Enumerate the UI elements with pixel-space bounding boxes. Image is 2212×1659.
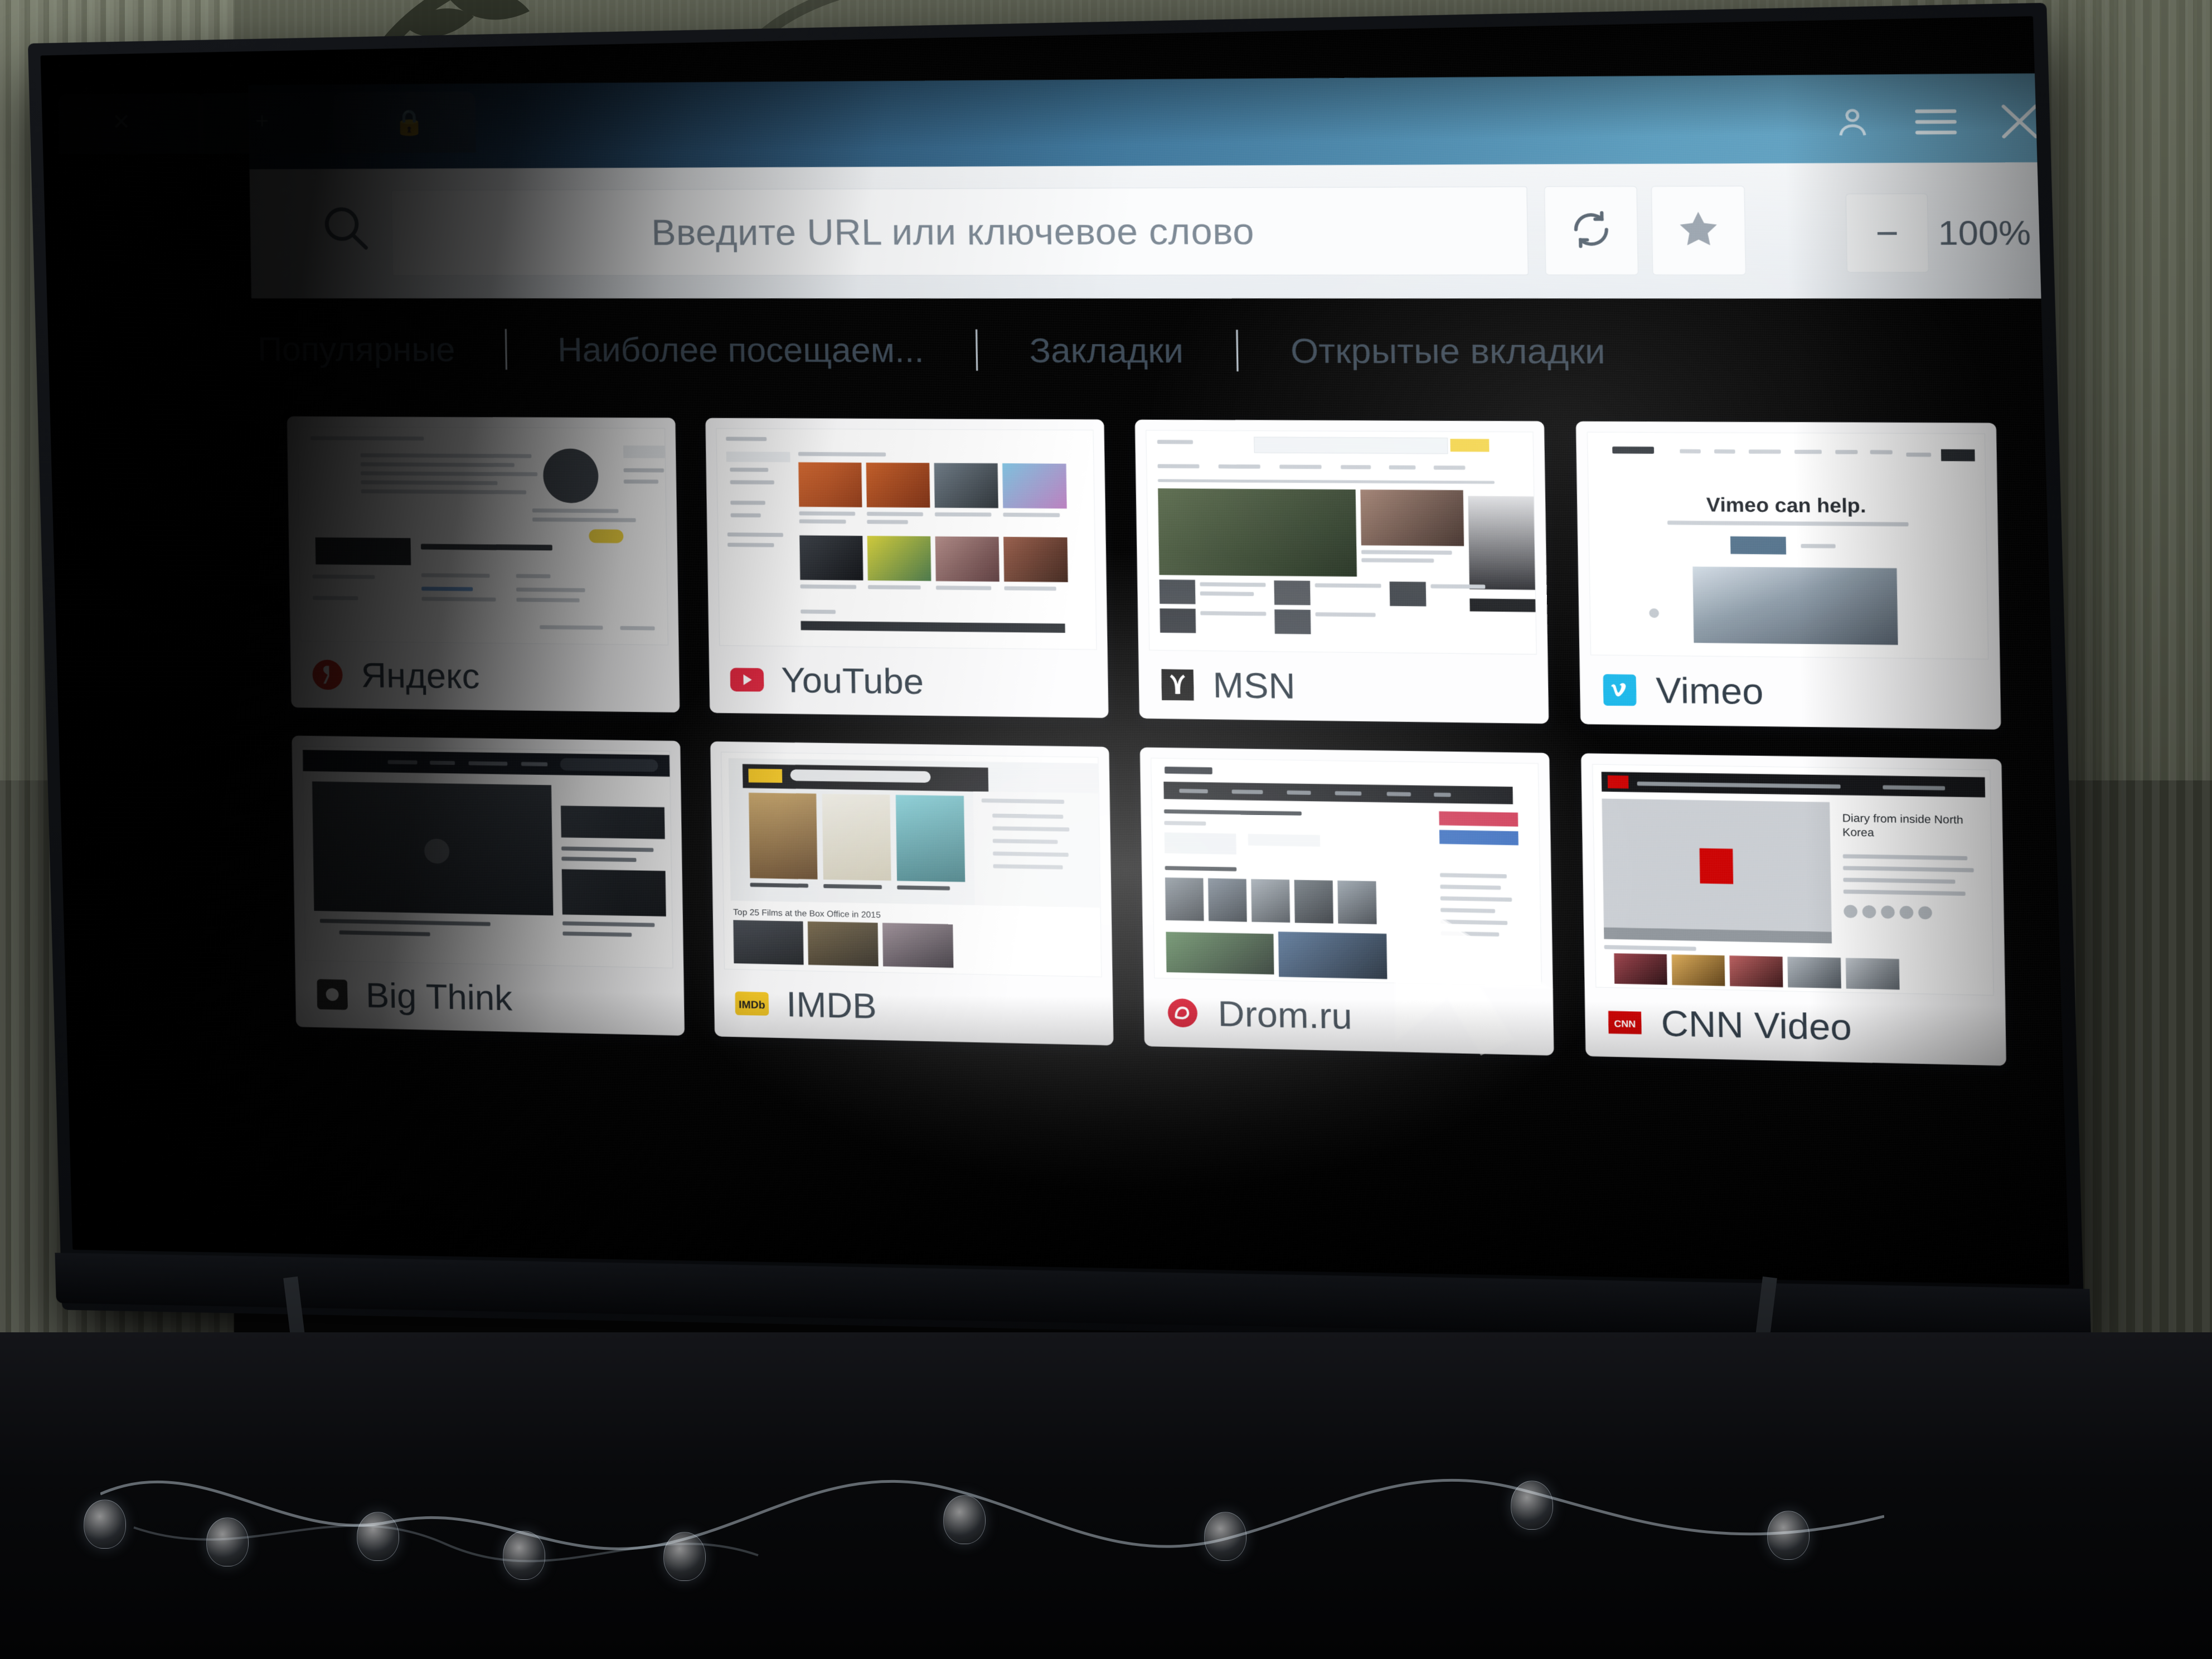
dial-preview-vimeo: Vimeo can help.	[1587, 432, 1988, 659]
zoom-level-label: 100%	[1928, 213, 2041, 253]
tv-screen: ✕ + 🔒 Введите URL или ключевое слово − 1…	[41, 16, 2070, 1285]
dial-title: YouTube	[781, 660, 924, 702]
star-icon	[1675, 207, 1722, 254]
browser-window: ✕ + 🔒 Введите URL или ключевое слово − 1…	[248, 73, 2069, 1285]
browser-tab-1[interactable]	[58, 93, 204, 154]
msn-icon	[1159, 667, 1196, 703]
dial-tile-msn[interactable]: MSN	[1135, 420, 1549, 724]
reload-icon	[1566, 206, 1616, 255]
browser-toolbar: Введите URL или ключевое слово − 100%	[249, 162, 2069, 299]
tab-bookmarks[interactable]: Закладки	[1023, 331, 1190, 371]
room-photograph: ✕ + 🔒 Введите URL или ключевое слово − 1…	[0, 0, 2212, 1659]
address-placeholder: Введите URL или ключевое слово	[651, 210, 1255, 254]
light-bulb	[1767, 1511, 1810, 1560]
dial-tile-bigthink[interactable]: Big Think	[292, 736, 685, 1036]
bigthink-icon	[314, 977, 350, 1012]
light-bulb	[206, 1517, 249, 1566]
address-bar[interactable]: Введите URL или ключевое слово	[391, 186, 1529, 275]
lock-icon: 🔒	[394, 108, 425, 137]
dial-title: CNN Video	[1661, 1002, 1852, 1048]
dial-tile-vimeo[interactable]: Vimeo can help. Vimeo	[1576, 421, 2001, 730]
zoom-out-button[interactable]: −	[1846, 193, 1929, 273]
dial-title: Яндекс	[361, 655, 480, 696]
svg-text:CNN: CNN	[1614, 1018, 1636, 1030]
light-wire	[100, 1427, 1884, 1594]
light-bulb	[357, 1512, 399, 1561]
close-x-icon[interactable]	[1995, 98, 2044, 144]
vimeo-icon	[1600, 672, 1639, 709]
dial-label: Яндекс	[290, 641, 680, 712]
dial-preview-cnnvideo: Diary from inside North Korea	[1592, 764, 1994, 996]
dial-title: Drom.ru	[1217, 993, 1352, 1037]
dial-label: YouTube	[709, 646, 1109, 718]
fairy-light-string	[100, 1427, 1884, 1594]
tab-separator	[505, 329, 507, 370]
light-bulb	[84, 1500, 126, 1549]
dial-preview-yandex	[297, 426, 668, 645]
light-bulb	[943, 1495, 986, 1544]
dial-tile-yandex[interactable]: Яндекс	[287, 416, 680, 712]
dial-tile-imdb[interactable]: Top 25 Films at the Box Office in 2015 I…	[710, 741, 1113, 1046]
speed-dial-row: Big Think Top 25 Films at the Box Office…	[292, 736, 2059, 1068]
hamburger-menu-icon[interactable]	[1911, 99, 1961, 145]
light-bulb	[503, 1531, 545, 1580]
youtube-icon	[729, 662, 765, 697]
reload-button[interactable]	[1544, 186, 1638, 275]
dial-label: CNN CNN Video	[1585, 987, 2006, 1066]
dial-tile-cnnvideo[interactable]: Diary from inside North Korea CNN CNN Vi…	[1581, 753, 2006, 1066]
dial-title: Vimeo	[1656, 670, 1764, 712]
window-controls	[1828, 98, 2044, 145]
dial-title: Big Think	[365, 975, 512, 1018]
dial-label: MSN	[1138, 651, 1549, 724]
dial-preview-bigthink	[302, 746, 673, 968]
imdb-icon: IMDb	[734, 986, 770, 1022]
light-bulb	[1204, 1512, 1246, 1561]
dial-preview-imdb: Top 25 Films at the Box Office in 2015	[721, 752, 1102, 977]
dial-title: MSN	[1212, 664, 1296, 706]
speed-dial-row: Яндекс YouTube MSN Vimeo can help. Vimeo	[287, 416, 2054, 730]
dial-preview-msn	[1146, 430, 1536, 654]
cnn-icon: CNN	[1605, 1004, 1644, 1041]
drom-icon	[1164, 995, 1201, 1031]
tab-popular[interactable]: Популярные	[252, 329, 461, 368]
user-avatar-icon[interactable]	[1828, 99, 1877, 145]
tab-separator	[976, 329, 978, 371]
plus-icon[interactable]: +	[255, 109, 269, 134]
dial-title: IMDB	[786, 984, 877, 1026]
light-bulb	[663, 1532, 706, 1581]
bookmark-button[interactable]	[1651, 186, 1746, 275]
dial-tile-youtube[interactable]: YouTube	[705, 418, 1108, 718]
close-icon[interactable]: ✕	[112, 109, 131, 135]
zoom-controls: − 100% +	[1846, 193, 2070, 273]
speed-dial-grid: Яндекс YouTube MSN Vimeo can help. Vimeo…	[287, 416, 2060, 1097]
minus-icon: −	[1875, 214, 1899, 252]
browser-tabstrip[interactable]: ✕ + 🔒	[58, 83, 625, 153]
dial-label: Vimeo	[1579, 655, 2001, 729]
television-set: ✕ + 🔒 Введите URL или ключевое слово − 1…	[28, 3, 2085, 1350]
dial-preview-youtube	[716, 428, 1097, 650]
dial-label: IMDb IMDB	[714, 969, 1113, 1046]
svg-text:IMDb: IMDb	[739, 998, 765, 1011]
light-bulb	[1511, 1481, 1553, 1530]
search-icon[interactable]	[318, 200, 373, 254]
tab-most-visited[interactable]: Наиболее посещаем...	[551, 330, 930, 370]
start-page-tabs: Популярные Наиболее посещаем... Закладки…	[251, 309, 2069, 393]
tab-open-tabs[interactable]: Открытые вкладки	[1284, 331, 1612, 371]
yandex-icon	[310, 657, 346, 692]
tab-separator	[1236, 329, 1238, 371]
dial-label: Big Think	[295, 961, 685, 1036]
